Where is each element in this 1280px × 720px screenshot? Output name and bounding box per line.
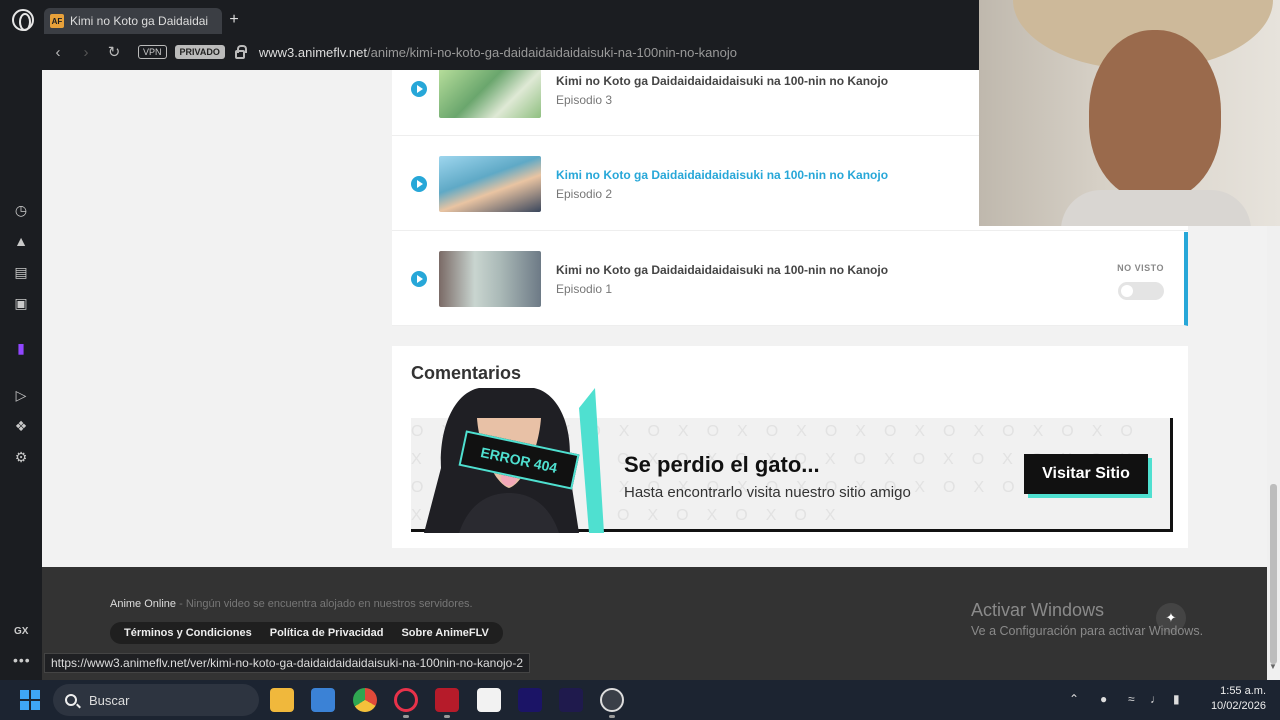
episode-thumbnail[interactable] xyxy=(439,251,541,307)
browser-sidebar: ◷ ▲ ▤ ▣ ▮ ▷ ❖ ⚙ GX ••• xyxy=(0,40,42,680)
opera-menu-icon[interactable] xyxy=(12,9,34,31)
reload-button[interactable]: ↻ xyxy=(102,43,126,61)
tab-title: Kimi no Koto ga Daidaidai xyxy=(70,14,209,28)
file-explorer-icon[interactable] xyxy=(270,688,294,712)
webcam-person-shirt xyxy=(1061,190,1251,226)
url-field[interactable]: www3.animeflv.net/anime/kimi-no-koto-ga-… xyxy=(259,45,737,60)
lock-icon[interactable] xyxy=(234,44,247,59)
banner-subtitle: Hasta encontrarlo visita nuestro sitio a… xyxy=(624,484,911,501)
video-icon[interactable]: ▷ xyxy=(11,385,31,405)
episode-thumbnail[interactable] xyxy=(439,70,541,118)
episode-thumbnail[interactable] xyxy=(439,156,541,212)
obs-icon[interactable] xyxy=(600,688,624,712)
footer-links: Términos y Condiciones Política de Priva… xyxy=(110,622,503,644)
about-link[interactable]: Sobre AnimeFLV xyxy=(401,627,488,639)
watched-toggle[interactable] xyxy=(1118,282,1164,300)
twitch-icon[interactable]: ▮ xyxy=(11,338,31,358)
comments-title: Comentarios xyxy=(411,363,522,383)
wallpaper-icon[interactable]: ▤ xyxy=(11,262,31,282)
scroll-down-icon[interactable]: ▼ xyxy=(1269,662,1277,671)
premiere-icon[interactable] xyxy=(518,688,542,712)
episode-number: Episodio 1 xyxy=(556,282,613,296)
privacy-link[interactable]: Política de Privacidad xyxy=(270,627,384,639)
animeflv-favicon-icon: AF xyxy=(50,14,64,28)
url-path: /anime/kimi-no-koto-ga-daidaidaidaidaisu… xyxy=(367,44,737,60)
episode-title[interactable]: Kimi no Koto ga Daidaidaidaidaisuki na 1… xyxy=(556,74,888,88)
browser-tab[interactable]: AF Kimi no Koto ga Daidaidai xyxy=(44,8,222,34)
play-icon[interactable] xyxy=(411,81,427,97)
obs-running-indicator xyxy=(609,715,615,718)
episode-title[interactable]: Kimi no Koto ga Daidaidaidaidaisuki na 1… xyxy=(556,263,888,277)
episode-title[interactable]: Kimi no Koto ga Daidaidaidaidaisuki na 1… xyxy=(556,168,888,182)
after-effects-icon[interactable] xyxy=(559,688,583,712)
volume-icon[interactable]: ♩ xyxy=(1150,692,1162,706)
activation-subtitle: Ve a Configuración para activar Windows. xyxy=(971,624,1204,638)
activation-title: Activar Windows xyxy=(971,600,1105,620)
more-icon[interactable]: ••• xyxy=(13,652,31,668)
windows-start-icon[interactable] xyxy=(20,690,40,710)
scrollbar-thumb[interactable] xyxy=(1270,484,1277,664)
store-icon[interactable] xyxy=(311,688,335,712)
battery-icon[interactable]: ▮ xyxy=(1173,692,1180,706)
new-tab-button[interactable]: + xyxy=(226,11,242,29)
comments-section: Comentarios OXOXOXOXOXOXOXOXOXOXOXOXOXOX… xyxy=(392,346,1188,548)
error-404-banner: OXOXOXOXOXOXOXOXOXOXOXOXOXOXOXOXOXOXOXOX… xyxy=(411,388,1173,533)
taskbar-clock[interactable]: 1:55 a.m. 10/02/2026 xyxy=(1200,684,1266,714)
opera-gx-icon[interactable] xyxy=(394,688,418,712)
url-domain: www3.animeflv.net xyxy=(258,44,367,60)
play-icon[interactable] xyxy=(411,176,427,192)
footer-brand[interactable]: Anime Online xyxy=(110,598,176,610)
terms-link[interactable]: Términos y Condiciones xyxy=(124,627,252,639)
notion-icon[interactable] xyxy=(477,688,501,712)
vpn-badge[interactable]: VPN xyxy=(138,45,167,59)
play-icon[interactable] xyxy=(411,271,427,287)
link-status-bar: https://www3.animeflv.net/ver/kimi-no-ko… xyxy=(44,653,531,673)
search-icon xyxy=(65,694,77,706)
windows-taskbar: Buscar ⌃ ● ≈ ♩ ▮ 1:55 a.m. 10/02/2026 xyxy=(0,680,1280,720)
watch-status-label: NO VISTO xyxy=(1117,263,1164,273)
extensions-icon[interactable]: ❖ xyxy=(11,416,31,436)
wifi-icon[interactable]: ≈ xyxy=(1128,692,1135,706)
chrome-icon[interactable] xyxy=(353,688,377,712)
episode-number: Episodio 2 xyxy=(556,187,613,201)
episode-number: Episodio 3 xyxy=(556,93,613,107)
clock-time: 1:55 a.m. xyxy=(1220,685,1266,697)
gx-label[interactable]: GX xyxy=(14,626,28,637)
private-badge: PRIVADO xyxy=(174,45,225,59)
windows-activation-watermark: Activar Windows Ve a Configuración para … xyxy=(971,600,1203,638)
player-icon[interactable]: ▲ xyxy=(11,231,31,251)
forward-button[interactable]: › xyxy=(74,44,98,61)
taskbar-search[interactable]: Buscar xyxy=(53,684,259,716)
voicemeeter-running-indicator xyxy=(444,715,450,718)
microphone-icon[interactable]: ● xyxy=(1100,692,1107,706)
speed-dial-icon[interactable]: ◷ xyxy=(11,200,31,220)
back-button[interactable]: ‹ xyxy=(46,44,70,61)
webcam-overlay xyxy=(979,0,1280,226)
footer-disclaimer: Anime Online - Ningún video se encuentra… xyxy=(110,598,473,610)
search-placeholder: Buscar xyxy=(89,692,130,708)
episode-row[interactable]: Kimi no Koto ga Daidaidaidaidaisuki na 1… xyxy=(392,232,1188,326)
messenger-icon[interactable]: ▣ xyxy=(11,293,31,313)
visit-site-button[interactable]: Visitar Sitio xyxy=(1024,454,1148,494)
clock-date: 10/02/2026 xyxy=(1210,700,1266,712)
banner-title: Se perdio el gato... xyxy=(624,452,820,477)
footer-disclaimer-text: - Ningún video se encuentra alojado en n… xyxy=(176,598,473,610)
opera-gx-running-indicator xyxy=(403,715,409,718)
tray-chevron-icon[interactable]: ⌃ xyxy=(1069,692,1079,706)
settings-icon[interactable]: ⚙ xyxy=(11,447,31,467)
voicemeeter-icon[interactable] xyxy=(435,688,459,712)
webcam-person-face xyxy=(1089,30,1221,200)
address-bar: ‹ › ↻ VPN PRIVADO www3.animeflv.net/anim… xyxy=(42,34,980,70)
